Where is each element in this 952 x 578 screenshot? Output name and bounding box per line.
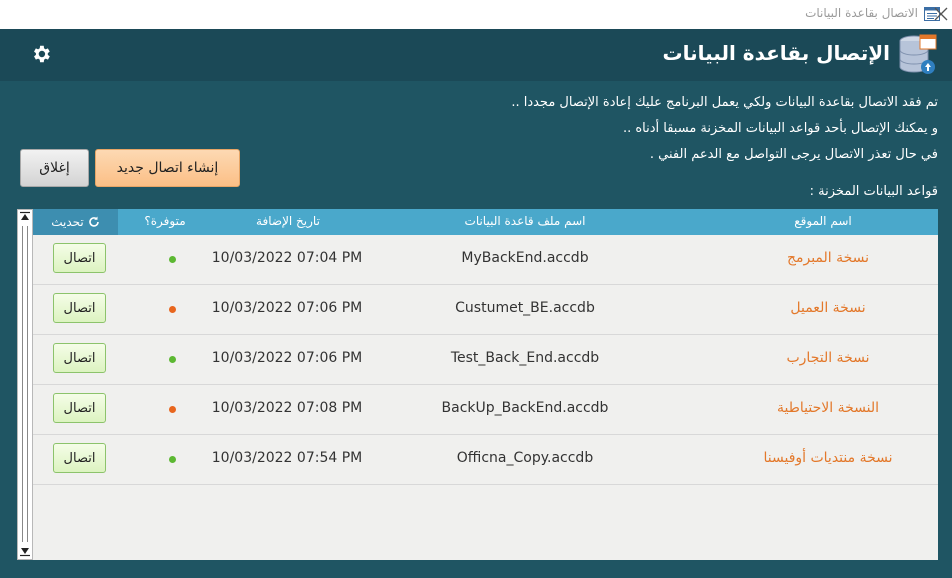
- col-header-site: اسم الموقع: [794, 214, 852, 228]
- status-unavailable-indicator: [169, 406, 176, 413]
- connect-button[interactable]: اتصال: [53, 343, 106, 373]
- site-name: نسخة التجارب: [786, 350, 870, 366]
- table-row: نسخة منتديات أوفيسنا Officna_Copy.accdb …: [33, 435, 938, 485]
- date-added: 10/03/2022 07:04 PM: [211, 250, 363, 266]
- message-line-2: و يمكنك الإتصال بأحد قواعد البيانات المخ…: [622, 121, 938, 136]
- site-name: نسخة منتديات أوفيسنا: [763, 450, 893, 466]
- status-available-indicator: [169, 456, 176, 463]
- connect-button[interactable]: اتصال: [53, 293, 106, 323]
- status-available-indicator: [169, 356, 176, 363]
- db-file-name: MyBackEnd.accdb: [461, 250, 589, 266]
- scroll-up-icon[interactable]: [19, 211, 31, 223]
- db-file-name: Custumet_BE.accdb: [455, 300, 595, 316]
- close-button[interactable]: إغلاق: [20, 149, 89, 187]
- site-name: نسخة العميل: [790, 300, 866, 316]
- col-header-date: تاريخ الإضافة: [256, 214, 320, 228]
- status-unavailable-indicator: [169, 306, 176, 313]
- database-icon: [899, 34, 937, 74]
- stored-databases-label: قواعد البيانات المخزنة :: [809, 184, 938, 199]
- site-name: النسخة الاحتياطية: [777, 400, 879, 416]
- col-header-available: متوفرة؟: [144, 214, 186, 228]
- refresh-button[interactable]: تحديث: [33, 209, 118, 235]
- table-row: نسخة التجارب Test_Back_End.accdb 10/03/2…: [33, 335, 938, 385]
- table-row: النسخة الاحتياطية BackUp_BackEnd.accdb 1…: [33, 385, 938, 435]
- date-added: 10/03/2022 07:06 PM: [211, 350, 363, 366]
- db-file-name: Test_Back_End.accdb: [450, 350, 600, 366]
- db-file-name: BackUp_BackEnd.accdb: [441, 400, 609, 416]
- message-line-1: تم فقد الاتصال بقاعدة البيانات ولكي يعمل…: [511, 95, 938, 110]
- date-added: 10/03/2022 07:08 PM: [211, 400, 363, 416]
- table-header: تحديث متوفرة؟ تاريخ الإضافة اسم ملف قاعد…: [33, 209, 938, 235]
- refresh-label: تحديث: [51, 215, 84, 229]
- close-icon[interactable]: [930, 3, 952, 25]
- databases-table: تحديث متوفرة؟ تاريخ الإضافة اسم ملف قاعد…: [33, 209, 938, 531]
- status-available-indicator: [169, 256, 176, 263]
- connect-button[interactable]: اتصال: [53, 443, 106, 473]
- connect-button[interactable]: اتصال: [53, 243, 106, 273]
- scroll-track[interactable]: [22, 226, 28, 542]
- window-titlebar: الاتصال بقاعدة البيانات: [0, 0, 952, 29]
- table-empty-area: [33, 531, 938, 560]
- scroll-down-icon[interactable]: [19, 545, 31, 557]
- table-row: نسخة المبرمج MyBackEnd.accdb 10/03/2022 …: [33, 235, 938, 285]
- gear-icon[interactable]: [30, 43, 52, 65]
- vertical-scrollbar[interactable]: [17, 209, 33, 560]
- dialog-body: الإتصال بقاعدة البيانات تم فقد الاتصال ب…: [0, 29, 952, 578]
- date-added: 10/03/2022 07:06 PM: [211, 300, 363, 316]
- connect-button[interactable]: اتصال: [53, 393, 106, 423]
- date-added: 10/03/2022 07:54 PM: [211, 450, 363, 466]
- db-file-name: Officna_Copy.accdb: [456, 450, 594, 466]
- site-name: نسخة المبرمج: [786, 250, 870, 266]
- table-row: نسخة العميل Custumet_BE.accdb 10/03/2022…: [33, 285, 938, 335]
- col-header-file: اسم ملف قاعدة البيانات: [464, 214, 586, 228]
- message-line-3: في حال تعذر الاتصال يرجى التواصل مع الدع…: [649, 147, 938, 162]
- window-title: الاتصال بقاعدة البيانات: [805, 6, 918, 20]
- header-bar: الإتصال بقاعدة البيانات: [0, 29, 952, 81]
- new-connection-button[interactable]: إنشاء اتصال جديد: [95, 149, 240, 187]
- page-title: الإتصال بقاعدة البيانات: [662, 41, 890, 65]
- refresh-icon: [89, 216, 99, 227]
